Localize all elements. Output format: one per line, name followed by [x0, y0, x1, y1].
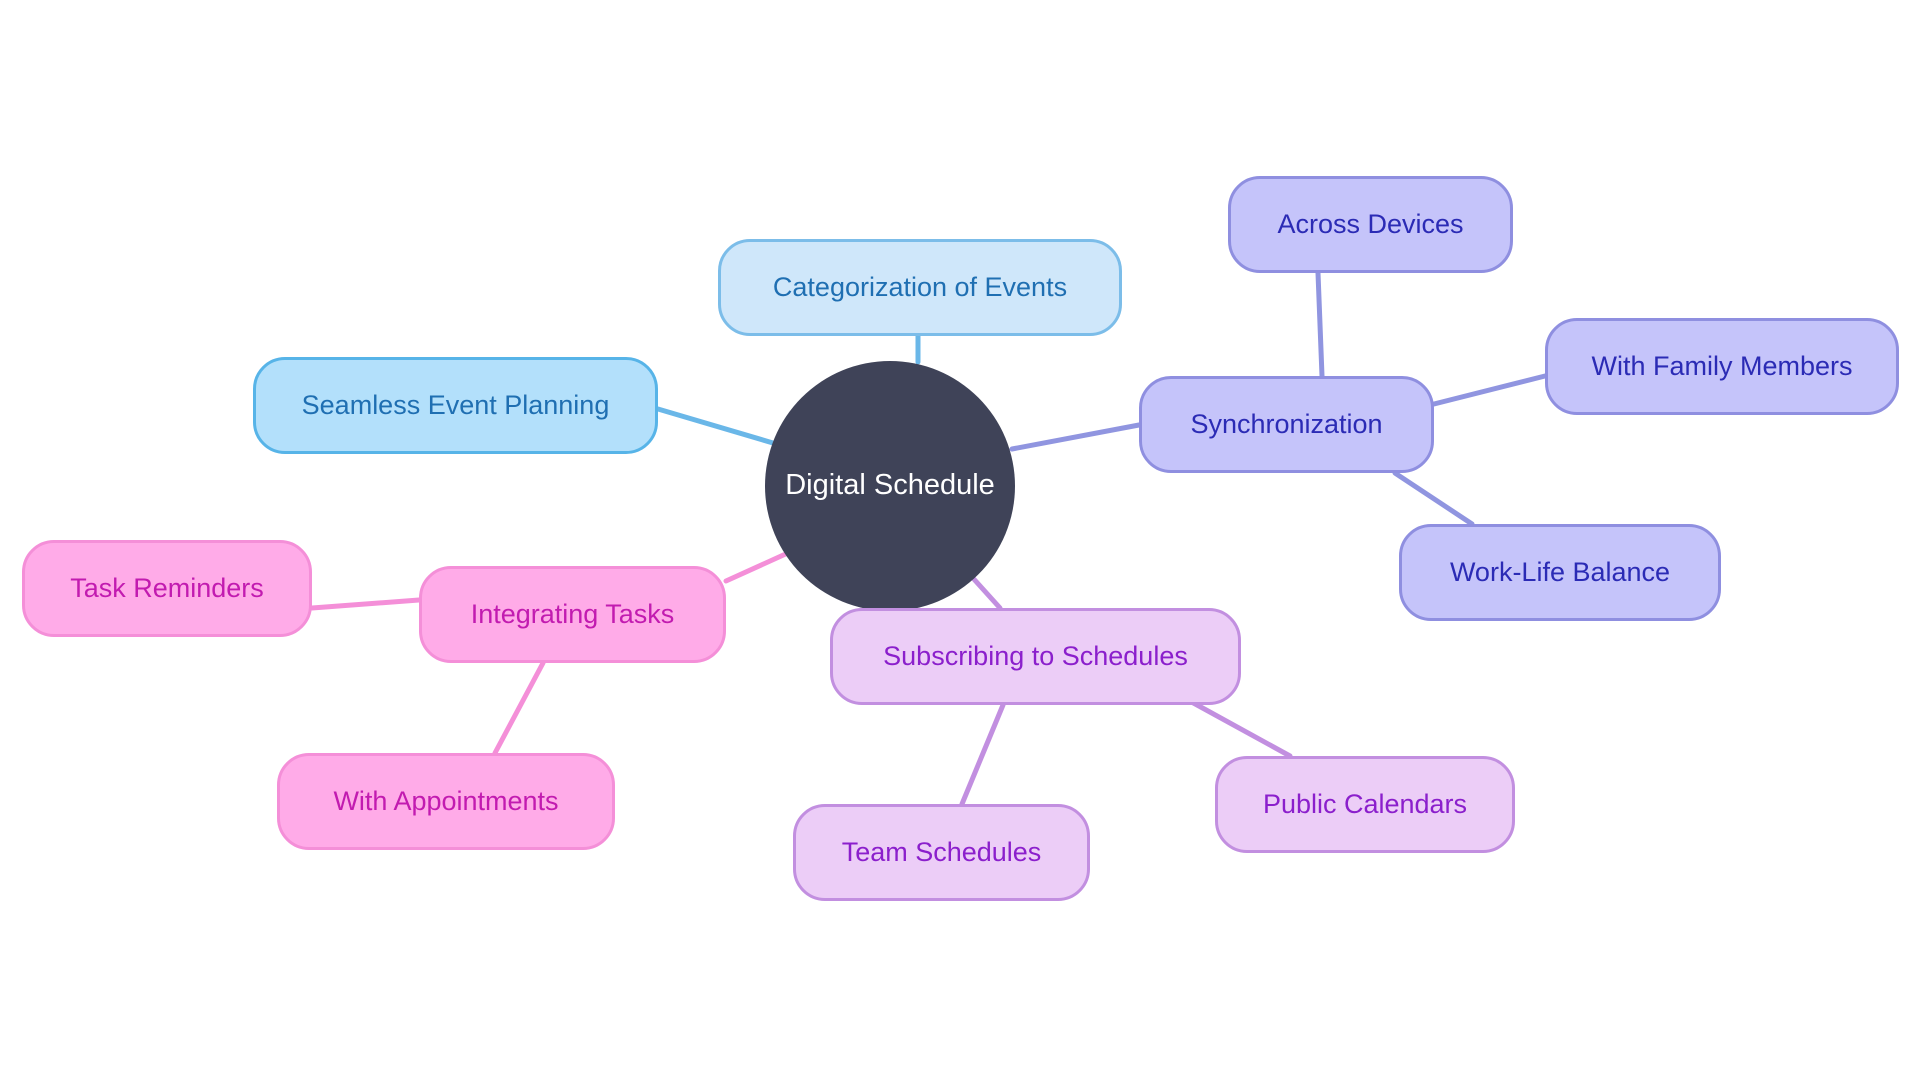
- mindmap-node-synchronization[interactable]: Synchronization: [1139, 376, 1434, 473]
- mindmap-node-with-family-members[interactable]: With Family Members: [1545, 318, 1899, 415]
- mindmap-node-label-task-reminders: Task Reminders: [70, 572, 264, 603]
- edge-sync-worklife: [1392, 470, 1475, 527]
- mindmap-root-node[interactable]: Digital Schedule: [765, 361, 1015, 611]
- mindmap-node-seamless-event-planning[interactable]: Seamless Event Planning: [253, 357, 658, 454]
- edge-integrating-reminders: [309, 597, 422, 611]
- mindmap-node-label-subscribing-to-schedules: Subscribing to Schedules: [883, 640, 1188, 671]
- mindmap-node-label-with-appointments: With Appointments: [333, 785, 559, 816]
- mindmap-canvas: Digital Schedule Categorization of Events…: [0, 0, 1920, 1080]
- mindmap-node-label-work-life-balance: Work-Life Balance: [1449, 556, 1671, 587]
- mindmap-node-label-categorization-of-events: Categorization of Events: [772, 271, 1068, 302]
- mindmap-node-label-team-schedules: Team Schedules: [841, 836, 1042, 867]
- mindmap-node-across-devices[interactable]: Across Devices: [1228, 176, 1513, 273]
- mindmap-node-with-appointments[interactable]: With Appointments: [277, 753, 615, 850]
- edge-root-seamless: [655, 406, 776, 446]
- mindmap-root-label: Digital Schedule: [785, 469, 995, 502]
- mindmap-node-label-synchronization: Synchronization: [1190, 408, 1383, 439]
- mindmap-node-work-life-balance[interactable]: Work-Life Balance: [1399, 524, 1721, 621]
- mindmap-node-label-across-devices: Across Devices: [1277, 208, 1464, 239]
- edge-root-subscribing: [969, 574, 1003, 611]
- mindmap-node-label-public-calendars: Public Calendars: [1262, 788, 1468, 819]
- edge-sync-family: [1431, 373, 1548, 407]
- mindmap-node-integrating-tasks[interactable]: Integrating Tasks: [419, 566, 726, 663]
- edge-subscribing-public: [1185, 697, 1293, 759]
- edge-subscribing-team: [959, 702, 1006, 807]
- edge-integrating-appointments: [492, 660, 546, 756]
- mindmap-node-subscribing-to-schedules[interactable]: Subscribing to Schedules: [830, 608, 1241, 705]
- mindmap-node-categorization-of-events[interactable]: Categorization of Events: [718, 239, 1122, 336]
- mindmap-node-label-seamless-event-planning: Seamless Event Planning: [301, 389, 610, 420]
- mindmap-node-label-with-family-members: With Family Members: [1591, 350, 1853, 381]
- mindmap-node-label-integrating-tasks: Integrating Tasks: [470, 598, 675, 629]
- edge-sync-across-devices: [1315, 270, 1325, 379]
- mindmap-node-team-schedules[interactable]: Team Schedules: [793, 804, 1090, 901]
- mindmap-node-public-calendars[interactable]: Public Calendars: [1215, 756, 1515, 853]
- edge-root-synchronization: [1009, 422, 1142, 452]
- edge-root-integrating: [723, 549, 793, 584]
- mindmap-node-task-reminders[interactable]: Task Reminders: [22, 540, 312, 637]
